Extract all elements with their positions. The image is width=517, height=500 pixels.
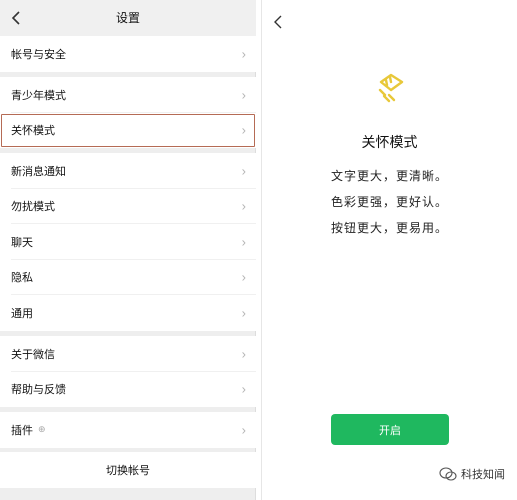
- settings-screen: 设置 帐号与安全 › 青少年模式 › 关怀模式 › 新消息通知 › 勿扰模式 ›: [0, 0, 256, 500]
- settings-group-account: 帐号与安全 ›: [0, 36, 256, 72]
- settings-item-label: 聊天: [11, 236, 33, 249]
- wechat-official-icon: [439, 467, 457, 481]
- settings-item-label: 帮助与反馈: [11, 384, 66, 397]
- care-mode-screen: 关怀模式 文字更大，更清晰。 色彩更强，更好认。 按钮更大，更易用。 开启 科技…: [261, 0, 517, 500]
- settings-item-plugins[interactable]: 插件 ⊕ ›: [0, 412, 256, 448]
- settings-item-label: 新消息通知: [11, 165, 66, 178]
- page-title: 设置: [115, 11, 140, 25]
- settings-item-general[interactable]: 通用 ›: [0, 295, 256, 331]
- chevron-right-icon: ›: [241, 269, 246, 285]
- settings-item-label: 插件: [11, 424, 33, 437]
- chevron-right-icon: ›: [241, 305, 246, 321]
- settings-item-care-mode[interactable]: 关怀模式 ›: [0, 113, 256, 149]
- settings-item-privacy[interactable]: 隐私 ›: [0, 260, 256, 295]
- care-mode-line-1: 文字更大，更清晰。: [330, 169, 448, 183]
- watermark-text: 科技知闻: [461, 469, 505, 481]
- care-mode-line-3: 按钮更大，更易用。: [330, 221, 448, 235]
- chevron-right-icon: ›: [241, 87, 246, 103]
- settings-item-label: 隐私: [11, 272, 33, 285]
- settings-item-label: 青少年模式: [11, 89, 66, 102]
- settings-item-label: 通用: [11, 307, 33, 320]
- care-mode-title: 关怀模式: [361, 134, 418, 150]
- settings-item-label: 帐号与安全: [11, 48, 66, 61]
- settings-item-chat[interactable]: 聊天 ›: [0, 224, 256, 260]
- chevron-left-icon: [274, 15, 282, 29]
- settings-item-label: 关于微信: [11, 348, 55, 361]
- settings-item-teen-mode[interactable]: 青少年模式 ›: [0, 77, 256, 113]
- settings-group-general: 新消息通知 › 勿扰模式 › 聊天 › 隐私 › 通用 ›: [0, 153, 256, 331]
- chevron-right-icon: ›: [241, 346, 246, 362]
- settings-item-label: 勿扰模式: [11, 201, 55, 214]
- care-mode-icon: [378, 73, 404, 103]
- watermark: 科技知闻: [439, 466, 505, 482]
- settings-group-modes: 青少年模式 › 关怀模式 ›: [0, 77, 256, 148]
- settings-item-label: 关怀模式: [11, 125, 55, 138]
- chevron-right-icon: ›: [241, 234, 246, 250]
- back-button[interactable]: [266, 10, 290, 34]
- plugin-badge-icon: ⊕: [38, 424, 46, 435]
- chevron-right-icon: ›: [241, 122, 246, 138]
- settings-item-help-feedback[interactable]: 帮助与反馈 ›: [0, 372, 256, 408]
- enable-care-mode-button[interactable]: 开启: [331, 414, 449, 445]
- care-mode-line-2: 色彩更强，更好认。: [330, 195, 448, 209]
- settings-group-plugins: 插件 ⊕ ›: [0, 412, 256, 448]
- settings-group-about: 关于微信 › 帮助与反馈 ›: [0, 336, 256, 407]
- settings-item-do-not-disturb[interactable]: 勿扰模式 ›: [0, 189, 256, 224]
- chevron-right-icon: ›: [241, 46, 246, 62]
- settings-item-notifications[interactable]: 新消息通知 ›: [0, 153, 256, 189]
- chevron-right-icon: ›: [241, 381, 246, 397]
- settings-topbar: 设置: [0, 0, 256, 36]
- settings-item-account-security[interactable]: 帐号与安全 ›: [0, 36, 256, 72]
- chevron-right-icon: ›: [241, 198, 246, 214]
- chevron-right-icon: ›: [241, 163, 246, 179]
- switch-account-button[interactable]: 切换帐号: [0, 452, 256, 488]
- settings-item-about-wechat[interactable]: 关于微信 ›: [0, 336, 256, 372]
- chevron-right-icon: ›: [241, 422, 246, 438]
